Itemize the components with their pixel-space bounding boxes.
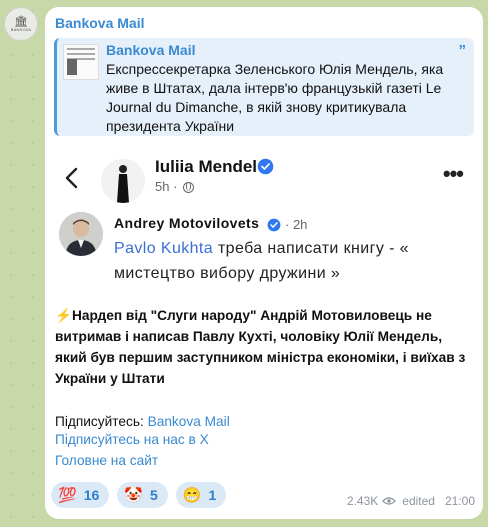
reaction-clown[interactable]: 🤡 5 — [117, 482, 168, 508]
message-body: ⚡Нардеп від "Слуги народу" Андрій Мотови… — [55, 308, 466, 386]
comment-mention: Pavlo Kukhta — [114, 240, 214, 257]
edited-label: edited — [402, 494, 435, 508]
eye-icon — [382, 497, 397, 505]
reactions-bar: 💯 16 🤡 5 😁 1 — [51, 482, 227, 508]
comment-avatar — [59, 212, 103, 256]
more-options-icon: ••• — [442, 161, 464, 186]
reaction-count: 5 — [149, 487, 158, 503]
comment-verified-icon — [267, 218, 281, 232]
globe-icon — [183, 182, 195, 193]
reaction-count: 1 — [208, 487, 217, 503]
grinning-face-icon: 😁 — [182, 487, 202, 504]
subscribe-line: Підписуйтесь: Bankova Mail — [55, 411, 230, 432]
subscribe-link[interactable]: Bankova Mail — [148, 414, 230, 429]
profile-time: 5h — [155, 179, 170, 194]
comment-time: · 2h — [285, 217, 308, 232]
profile-name: Iuliia Mendel — [155, 157, 258, 176]
x-link[interactable]: Підписуйтесь на нас в Х — [55, 432, 209, 447]
site-link[interactable]: Головне на сайт — [55, 453, 158, 468]
message-time: 21:00 — [444, 494, 475, 508]
profile-meta: 5h · — [155, 179, 195, 194]
clown-face-icon: 🤡 — [124, 487, 143, 504]
reply-thumbnail — [63, 44, 99, 80]
subscribe-prefix: Підписуйтесь: — [55, 414, 148, 429]
reaction-hundred[interactable]: 💯 16 — [51, 482, 110, 508]
back-arrow-icon — [65, 167, 78, 189]
view-count: 2.43K — [346, 494, 379, 508]
reply-text: Експрессекретарка Зеленського Юлія Менде… — [106, 61, 444, 134]
bank-logo-icon: 🏛 — [14, 15, 28, 28]
quote-icon: ” — [458, 42, 467, 59]
embedded-screenshot[interactable]: Iuliia Mendel 5h · ••• Andrey Motovilove… — [45, 147, 483, 302]
channel-avatar-text: BANKOVA — [10, 26, 32, 32]
message-footer: 2.43K edited 21:00 — [347, 494, 475, 508]
hundred-points-icon: 💯 — [58, 487, 77, 504]
reaction-grin[interactable]: 😁 1 — [175, 482, 227, 508]
verified-badge-icon — [257, 158, 274, 175]
reaction-count: 16 — [83, 487, 100, 503]
comment-author: Andrey Motovilovets — [114, 215, 260, 231]
profile-avatar — [101, 159, 145, 203]
message-bubble[interactable]: Bankova Mail Bankova Mail Експрессекрета… — [45, 7, 483, 519]
reply-sender: Bankova Mail — [106, 42, 196, 58]
channel-avatar[interactable]: 🏛 BANKOVA — [4, 7, 38, 41]
message-sender[interactable]: Bankova Mail — [55, 15, 144, 31]
comment-text: Pavlo Kukhta треба написати книгу - « ми… — [114, 236, 414, 286]
reply-preview[interactable]: Bankova Mail Експрессекретарка Зеленсько… — [54, 38, 474, 136]
